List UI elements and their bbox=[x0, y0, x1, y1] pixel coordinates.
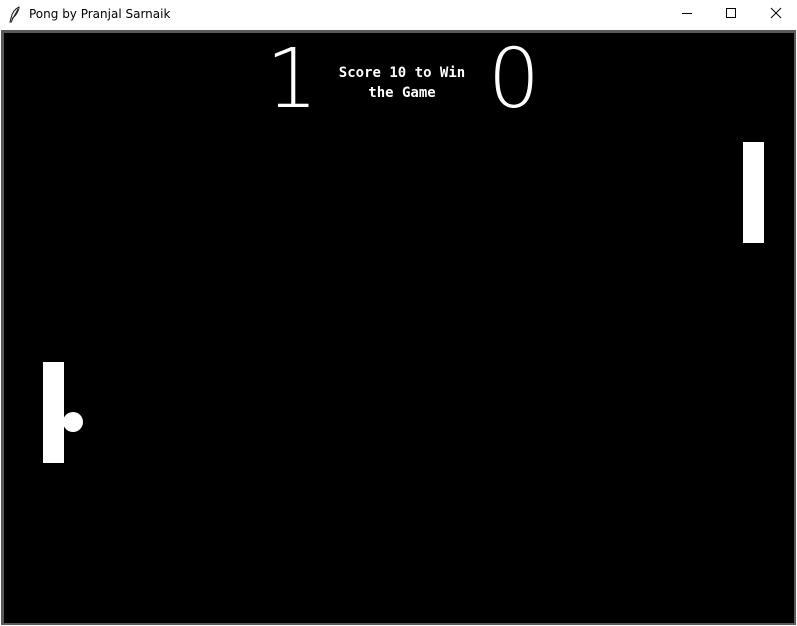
close-icon bbox=[770, 6, 782, 24]
feather-icon bbox=[8, 6, 22, 24]
app-window: Pong by Pranjal Sarnaik 1 Score 10 to Wi… bbox=[0, 0, 797, 626]
left-paddle bbox=[43, 362, 64, 463]
maximize-icon bbox=[725, 6, 737, 24]
window-title: Pong by Pranjal Sarnaik bbox=[29, 7, 171, 21]
minimize-icon bbox=[681, 6, 693, 24]
ball bbox=[63, 412, 83, 432]
close-button[interactable] bbox=[753, 0, 797, 30]
right-player-score: 0 bbox=[487, 33, 541, 127]
maximize-button[interactable] bbox=[708, 0, 754, 30]
game-canvas[interactable]: 1 Score 10 to Win the Game 0 bbox=[4, 33, 794, 623]
title-bar[interactable]: Pong by Pranjal Sarnaik bbox=[0, 0, 797, 30]
left-player-score: 1 bbox=[265, 33, 319, 127]
minimize-button[interactable] bbox=[664, 0, 710, 30]
win-condition-message: Score 10 to Win the Game bbox=[338, 65, 466, 101]
right-paddle bbox=[743, 142, 764, 243]
